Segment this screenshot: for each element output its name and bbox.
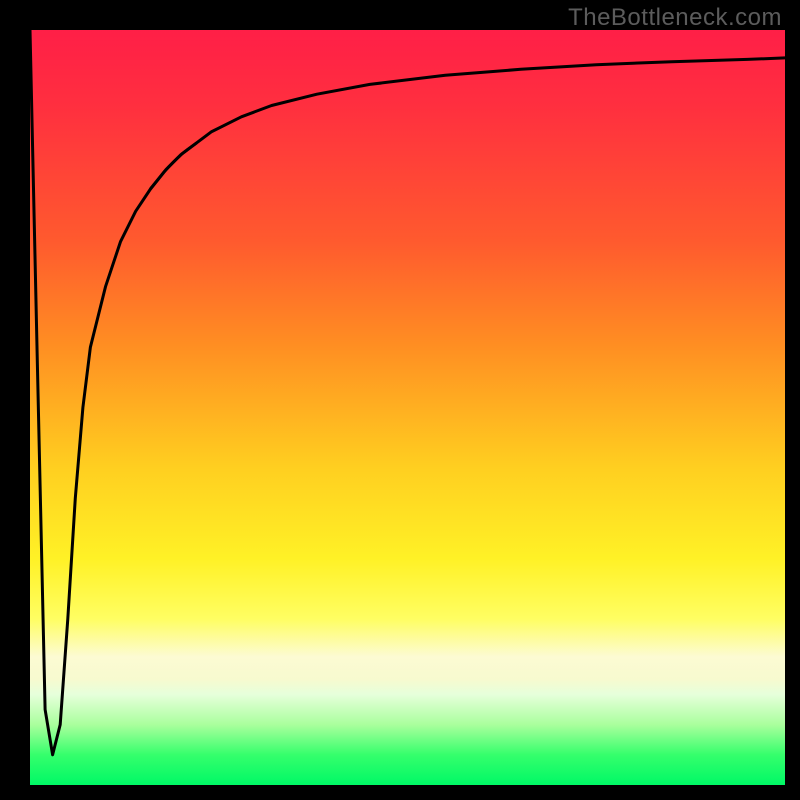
watermark-text: TheBottleneck.com: [568, 4, 782, 32]
curve-svg: [30, 30, 785, 785]
plot-area: [30, 30, 785, 785]
chart-frame: TheBottleneck.com: [0, 0, 800, 800]
bottleneck-curve: [30, 30, 785, 755]
